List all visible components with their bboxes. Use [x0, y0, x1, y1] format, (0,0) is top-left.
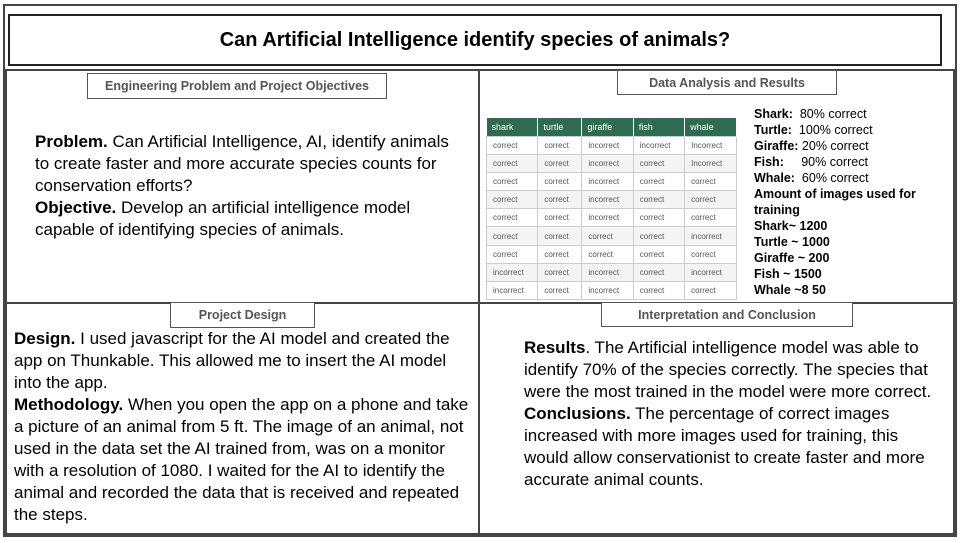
table-row: incorrect correct incorrect correct correct	[485, 280, 737, 301]
objective-heading: Objective.	[35, 198, 117, 217]
results-heading: Results	[524, 338, 586, 357]
table-cell: incorrect	[581, 171, 634, 192]
table-cell: correct	[537, 280, 583, 301]
training-count: Shark~ 1200	[754, 219, 828, 233]
column-header: giraffe	[581, 118, 634, 136]
methodology-body: When you open the app on a phone and tak…	[14, 395, 469, 524]
table-cell: correct	[485, 190, 539, 210]
table-cell: incorrect	[684, 262, 737, 283]
table-cell: incorrect	[485, 262, 539, 283]
table-cell: correct	[632, 208, 686, 228]
species-name: Giraffe:	[754, 139, 799, 153]
table-cell: correct	[537, 153, 583, 173]
column-header: whale	[684, 118, 737, 136]
accuracy-item: Fish: 90% correct	[754, 154, 944, 170]
table-cell: correct	[485, 244, 539, 264]
table-cell: correct	[485, 226, 539, 246]
accuracy-value: 100% correct	[791, 123, 873, 137]
accuracy-item: Giraffe: 20% correct	[754, 138, 944, 154]
training-count: Fish ~ 1500	[754, 267, 822, 281]
accuracy-value: 80% correct	[792, 107, 867, 121]
table-row: correct correct incorrect correct Incorrect	[485, 153, 737, 173]
table-cell: correct	[632, 280, 686, 301]
training-heading: Amount of images used for training	[754, 187, 916, 217]
table-cell: correct	[537, 171, 583, 192]
training-count: Whale ~8 50	[754, 283, 826, 297]
table-cell: correct	[632, 190, 686, 210]
accuracy-value: 90% correct	[783, 155, 868, 169]
accuracy-value: 60% correct	[794, 171, 869, 185]
table-cell: incorrect	[581, 208, 634, 228]
table-cell: correct	[632, 153, 686, 173]
table-cell: correct	[684, 208, 737, 228]
table-cell: correct	[537, 208, 583, 228]
design-heading: Design.	[14, 329, 76, 348]
table-cell: Incorrect	[684, 135, 737, 155]
problem-text: Problem. Can Artificial Intelligence, AI…	[35, 131, 460, 241]
problem-label: Engineering Problem and Project Objectiv…	[87, 73, 387, 99]
table-cell: incorrect	[581, 135, 634, 155]
table-row: correct correct incorrect correct correct	[485, 208, 737, 228]
design-label: Project Design	[170, 302, 315, 328]
training-count: Giraffe ~ 200	[754, 251, 830, 265]
table-cell: incorrect	[581, 190, 634, 210]
conclusion-label: Interpretation and Conclusion	[601, 302, 853, 327]
accuracy-item: Whale: 60% correct	[754, 170, 944, 186]
table-cell: correct	[537, 135, 583, 155]
poster-title: Can Artificial Intelligence identify spe…	[8, 14, 942, 66]
conclusion-text: Results. The Artificial intelligence mod…	[524, 337, 934, 491]
table-cell: correct	[684, 190, 737, 210]
column-header: shark	[486, 118, 539, 136]
table-cell: incorrect	[632, 135, 686, 155]
table-cell: correct	[632, 262, 686, 283]
table-cell: correct	[485, 153, 539, 173]
table-row: correct correct incorrect incorrect Incorrec…	[485, 135, 737, 155]
accuracy-value: 20% correct	[798, 139, 869, 153]
table-cell: correct	[537, 244, 583, 264]
table-cell: correct	[485, 135, 539, 155]
design-body: I used javascript for the AI model and c…	[14, 329, 450, 392]
column-header: turtle	[537, 118, 583, 136]
table-cell: incorrect	[581, 262, 634, 283]
table-row: correct correct correct correct correct	[485, 244, 737, 264]
species-name: Shark:	[754, 107, 793, 121]
table-row: correct correct incorrect correct correct	[485, 171, 737, 192]
conclusions-heading: Conclusions.	[524, 404, 631, 423]
table-cell: correct	[684, 244, 737, 264]
table-cell: correct	[581, 244, 634, 264]
table-cell: correct	[581, 226, 634, 246]
table-cell: incorrect	[684, 226, 737, 246]
results-body: . The Artificial intelligence model was …	[524, 338, 932, 401]
results-table: shark turtle giraffe fish whale correct correc…	[485, 118, 737, 301]
table-cell: correct	[485, 171, 539, 192]
table-row: correct correct correct correct incorrect	[485, 226, 737, 246]
table-cell: correct	[537, 262, 583, 283]
methodology-heading: Methodology.	[14, 395, 124, 414]
species-name: Whale:	[754, 171, 795, 185]
data-label: Data Analysis and Results	[617, 70, 837, 95]
table-row: incorrect correct incorrect correct incorrec…	[485, 262, 737, 283]
table-cell: correct	[485, 208, 539, 228]
table-row: correct correct incorrect correct correct	[485, 190, 737, 210]
table-cell: correct	[537, 190, 583, 210]
table-cell: correct	[684, 171, 737, 192]
table-cell: correct	[684, 280, 737, 301]
problem-heading: Problem.	[35, 132, 108, 151]
species-name: Turtle:	[754, 123, 792, 137]
table-cell: incorrect	[581, 153, 634, 173]
stats-summary: Shark: 80% correct Turtle: 100% correct Gi…	[754, 106, 944, 298]
design-text: Design. I used javascript for the AI mod…	[14, 328, 469, 526]
table-cell: correct	[537, 226, 583, 246]
table-cell: correct	[632, 226, 686, 246]
species-name: Fish:	[754, 155, 784, 169]
table-cell: correct	[632, 171, 686, 192]
column-header: fish	[633, 118, 686, 136]
table-cell: correct	[632, 244, 686, 264]
table-cell: Incorrect	[684, 153, 737, 173]
training-count: Turtle ~ 1000	[754, 235, 830, 249]
accuracy-item: Shark: 80% correct	[754, 106, 944, 122]
table-cell: incorrect	[581, 280, 634, 301]
accuracy-item: Turtle: 100% correct	[754, 122, 944, 138]
table-cell: incorrect	[485, 280, 539, 301]
